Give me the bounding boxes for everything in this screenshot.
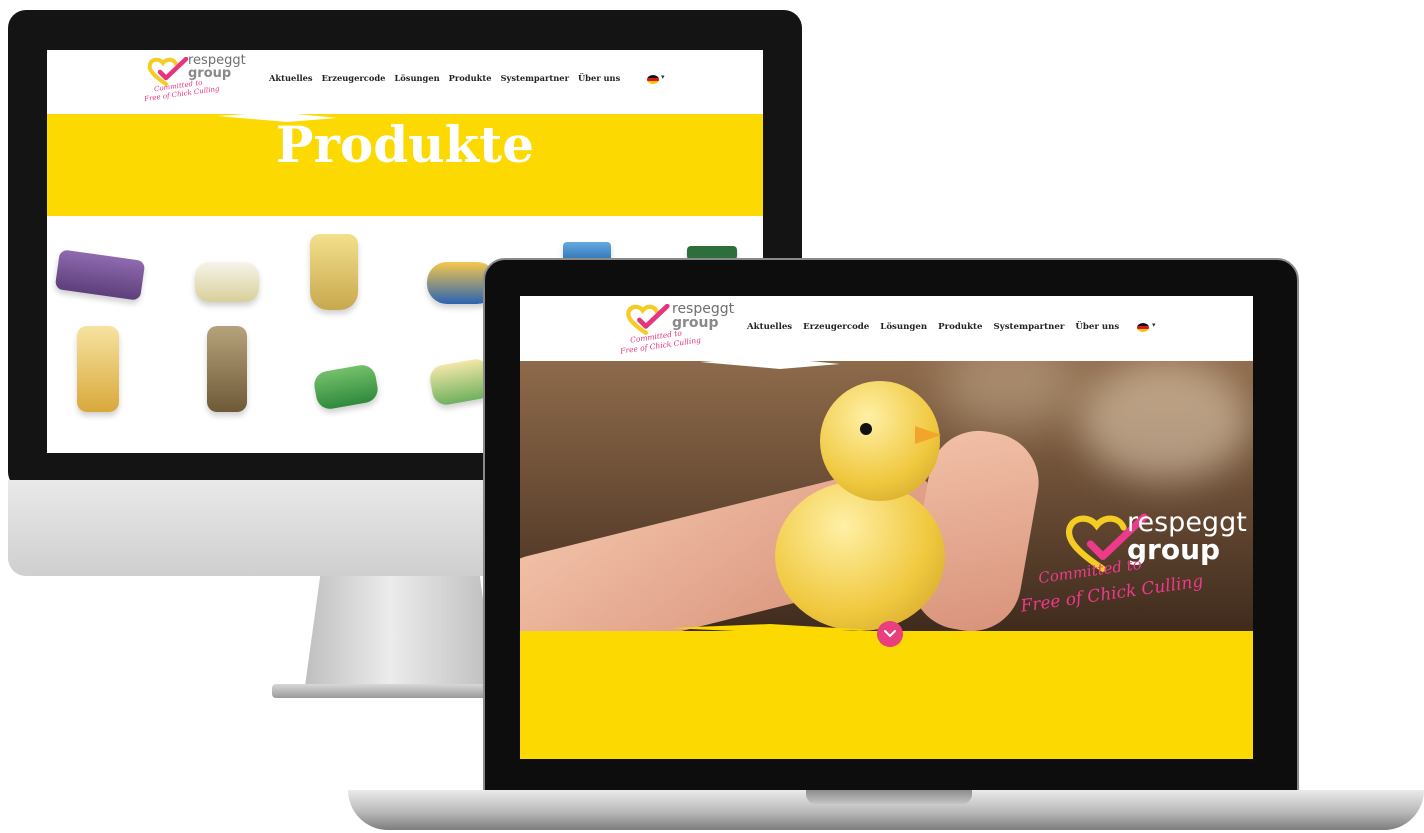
logo-word-respeggt: respeggt: [672, 301, 735, 317]
nav-item-aktuelles[interactable]: Aktuelles: [747, 322, 792, 332]
hero-image: respeggt group Committed to Free of Chic…: [520, 361, 1253, 631]
product-egg-box-clear[interactable]: [195, 262, 259, 302]
flag-de-icon[interactable]: [1137, 323, 1149, 332]
imac-stand: [305, 576, 495, 686]
product-egg-box-purple[interactable]: [54, 249, 146, 301]
main-nav: Aktuelles Erzeugercode Lösungen Produkte…: [269, 73, 620, 83]
product-egg-salad-cup[interactable]: [310, 234, 358, 310]
nav-item-ueber-uns[interactable]: Über uns: [578, 73, 620, 83]
laptop-notch: [806, 790, 972, 804]
nav-item-aktuelles[interactable]: Aktuelles: [269, 73, 313, 83]
laptop-screen: respeggt group Committed to Free of Chic…: [520, 296, 1253, 759]
site-logo[interactable]: respeggt group Committed to Free of Chic…: [618, 300, 748, 356]
nav-item-produkte[interactable]: Produkte: [449, 73, 492, 83]
nav-item-produkte[interactable]: Produkte: [938, 322, 982, 332]
language-caret-icon[interactable]: ▾: [661, 73, 665, 81]
content-section: [520, 631, 1253, 759]
flag-de-icon[interactable]: [647, 75, 659, 84]
nav-item-systempartner[interactable]: Systempartner: [501, 73, 569, 83]
chick-illustration: [775, 481, 945, 631]
chick-beak: [915, 426, 941, 444]
bokeh-light: [1080, 361, 1250, 481]
language-caret-icon[interactable]: ▾: [1152, 321, 1156, 329]
product-egg-box-green[interactable]: [312, 362, 380, 412]
nav-item-erzeugercode[interactable]: Erzeugercode: [803, 322, 869, 332]
site-logo[interactable]: respeggt group Committed to Free of Chic…: [142, 53, 262, 103]
brush-stroke-decoration: [670, 624, 870, 633]
bokeh-light: [940, 361, 1080, 431]
logo-word-group: group: [188, 66, 232, 81]
brush-stroke-decoration: [700, 357, 840, 369]
page-title: Produkte: [275, 115, 535, 174]
nav-item-loesungen[interactable]: Lösungen: [394, 73, 439, 83]
scroll-down-button[interactable]: [877, 621, 903, 647]
nav-item-loesungen[interactable]: Lösungen: [880, 322, 927, 332]
nav-item-systempartner[interactable]: Systempartner: [994, 322, 1065, 332]
product-pasta-bag-dark[interactable]: [207, 326, 247, 412]
main-nav: Aktuelles Erzeugercode Lösungen Produkte…: [747, 322, 1119, 332]
nav-item-ueber-uns[interactable]: Über uns: [1075, 322, 1119, 332]
nav-item-erzeugercode[interactable]: Erzeugercode: [322, 73, 386, 83]
chevron-down-icon: [884, 630, 896, 638]
product-pasta-bag-light[interactable]: [77, 326, 119, 412]
chick-eye: [860, 423, 872, 435]
hero-logo-word-respeggt: respeggt: [1127, 507, 1247, 538]
